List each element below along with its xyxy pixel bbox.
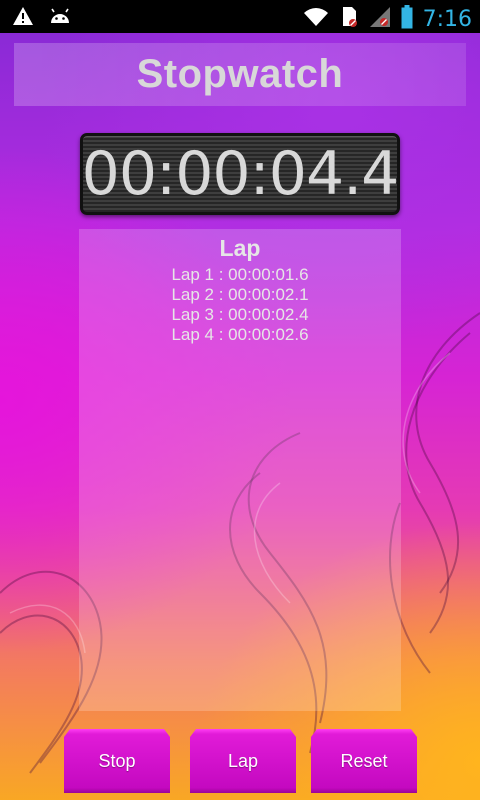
page-title: Stopwatch	[136, 52, 344, 96]
reset-button[interactable]: Reset	[311, 729, 417, 793]
status-time: 7:16	[422, 7, 472, 32]
warning-icon	[12, 6, 34, 31]
lap-item: Lap 2 : 00:00:02.1	[171, 285, 309, 304]
elapsed-time: 00:00:04.4	[81, 139, 400, 209]
stopwatch-app: Stopwatch 00:00:04.4 Lap Lap 1 : 00:00:0…	[0, 33, 480, 800]
status-right-icons: 7:16	[303, 5, 472, 34]
signal-icon	[369, 6, 391, 33]
timer-display: 00:00:04.4	[80, 133, 400, 215]
status-bar: 7:16	[0, 0, 480, 33]
lap-header: Lap	[219, 235, 261, 261]
android-icon	[48, 7, 72, 30]
lap-item: Lap 1 : 00:00:01.6	[171, 265, 309, 284]
stop-button[interactable]: Stop	[64, 729, 170, 793]
title-banner: Stopwatch	[14, 43, 466, 106]
battery-icon	[401, 5, 413, 34]
lap-button[interactable]: Lap	[190, 729, 296, 793]
lap-item: Lap 4 : 00:00:02.6	[171, 325, 309, 344]
lap-panel: Lap Lap 1 : 00:00:01.6 Lap 2 : 00:00:02.…	[79, 229, 401, 711]
sd-card-icon	[339, 6, 359, 33]
lap-item: Lap 3 : 00:00:02.4	[171, 305, 309, 324]
lap-list: Lap 1 : 00:00:01.6 Lap 2 : 00:00:02.1 La…	[79, 265, 401, 345]
status-left-icons	[12, 6, 72, 31]
wifi-icon	[303, 7, 329, 32]
